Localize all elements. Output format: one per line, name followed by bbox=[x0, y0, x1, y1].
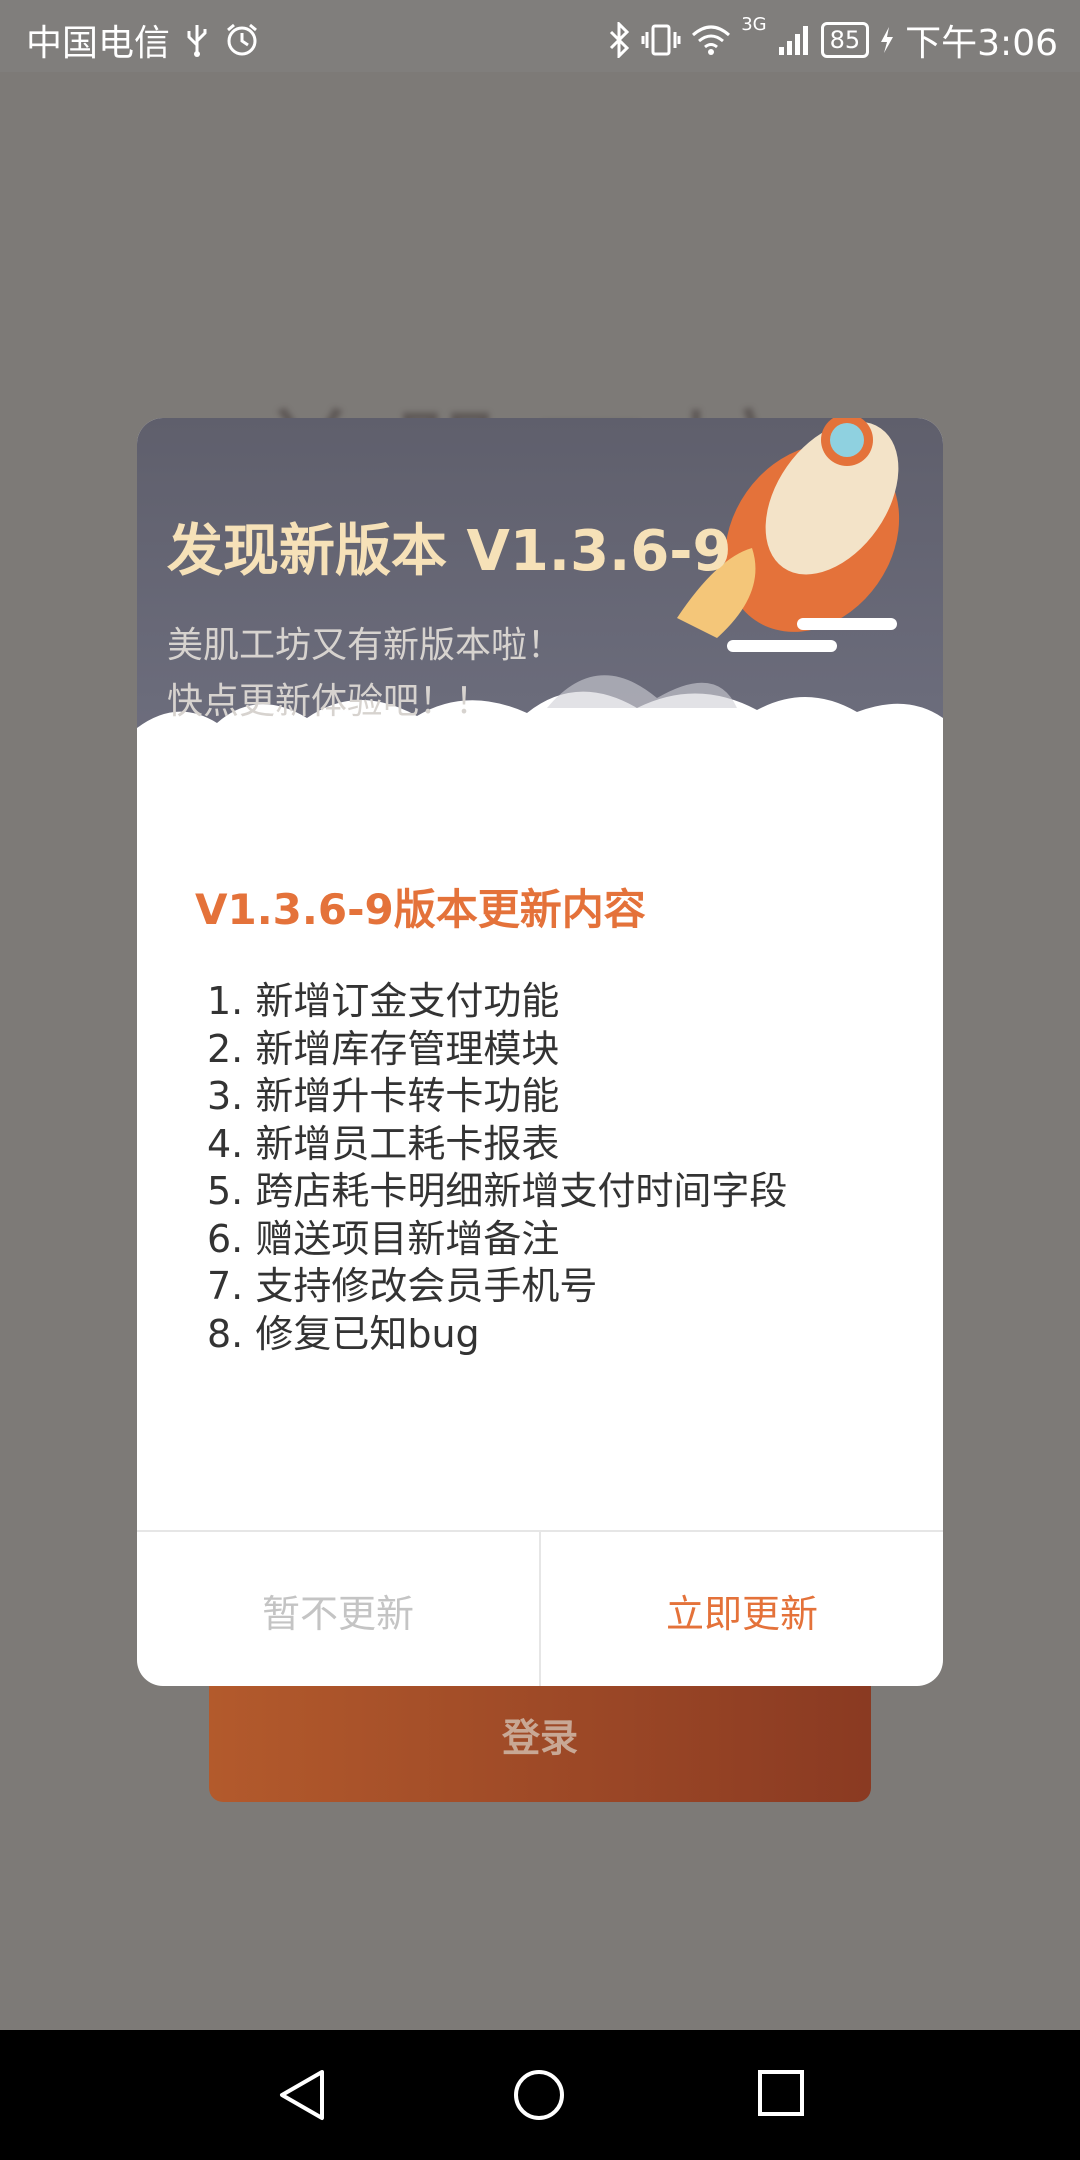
subtitle-line-2: 快点更新体验吧！！ bbox=[167, 681, 492, 722]
dialog-subtitle: 美肌工坊又有新版本啦！ 快点更新体验吧！！ bbox=[167, 618, 563, 730]
changelog-item: 1. 新增订金支付功能 bbox=[207, 979, 560, 1023]
vibrate-icon bbox=[641, 22, 681, 58]
update-now-button[interactable]: 立即更新 bbox=[541, 1532, 943, 1686]
home-icon[interactable] bbox=[512, 2068, 566, 2122]
network-type-label: 3G bbox=[741, 14, 767, 35]
wifi-icon bbox=[691, 23, 731, 57]
update-dialog: 发现新版本 V1.3.6-9 美肌工坊又有新版本啦！ 快点更新体验吧！！ V1.… bbox=[137, 418, 943, 1686]
changelog-item: 6. 赠送项目新增备注 bbox=[207, 1216, 560, 1261]
subtitle-line-1: 美肌工坊又有新版本啦！ bbox=[167, 625, 564, 666]
signal-icon bbox=[777, 23, 811, 57]
clock: 下午3:06 bbox=[905, 23, 1058, 64]
changelog-item: 3. 新增升卡转卡功能 bbox=[207, 1074, 560, 1118]
navigation-bar bbox=[0, 2030, 1080, 2160]
alarm-icon bbox=[224, 22, 260, 58]
changelog-title: V1.3.6-9版本更新内容 bbox=[195, 885, 646, 934]
changelog-list: 1. 新增订金支付功能 2. 新增库存管理模块 3. 新增升卡转卡功能 4. 新… bbox=[207, 978, 787, 1358]
battery-indicator: 85 bbox=[820, 22, 870, 58]
carrier-label: 中国电信 bbox=[26, 23, 171, 64]
changelog-item: 2. 新增库存管理模块 bbox=[207, 1026, 560, 1071]
usb-icon bbox=[184, 23, 210, 57]
changelog-item: 7. 支持修改会员手机号 bbox=[207, 1264, 598, 1308]
bluetooth-icon bbox=[607, 22, 631, 58]
dialog-title: 发现新版本 V1.3.6-9 bbox=[167, 519, 732, 584]
changelog-item: 4. 新增员工耗卡报表 bbox=[207, 1121, 560, 1166]
changelog-item: 8. 修复已知bug bbox=[207, 1311, 480, 1356]
skip-update-button[interactable]: 暂不更新 bbox=[137, 1532, 541, 1686]
dialog-header: 发现新版本 V1.3.6-9 美肌工坊又有新版本啦！ 快点更新体验吧！！ bbox=[137, 418, 943, 808]
status-bar: 中国电信 3G 85 下午3:06 bbox=[0, 0, 1080, 72]
dialog-actions: 暂不更新 立即更新 bbox=[137, 1530, 943, 1686]
back-icon[interactable] bbox=[276, 2068, 328, 2122]
charging-icon bbox=[879, 25, 895, 55]
recents-icon[interactable] bbox=[756, 2068, 806, 2118]
changelog-item: 5. 跨店耗卡明细新增支付时间字段 bbox=[207, 1169, 788, 1213]
